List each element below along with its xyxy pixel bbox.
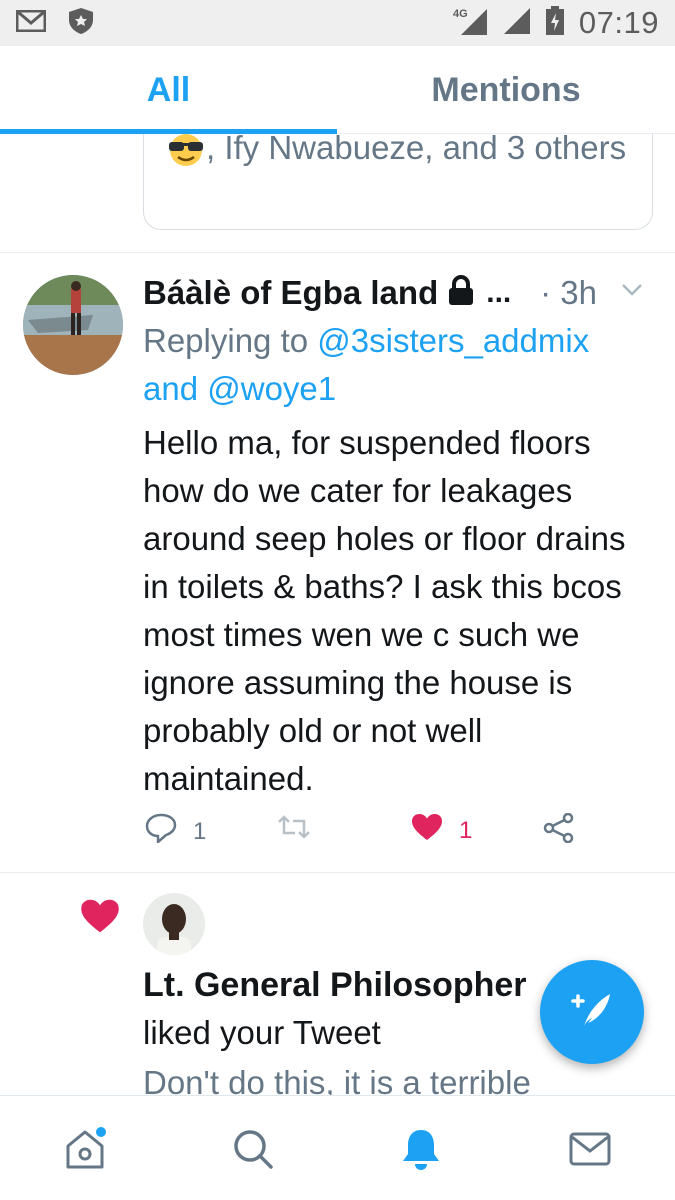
lock-icon bbox=[446, 274, 476, 312]
nav-home[interactable] bbox=[60, 1126, 110, 1176]
avatar[interactable] bbox=[23, 275, 123, 375]
author-truncation: ... bbox=[486, 276, 512, 309]
reply-and: and bbox=[143, 370, 199, 407]
tab-mentions[interactable]: Mentions bbox=[337, 46, 675, 134]
tweet-header: Báàlè of Egba land ... · 3h bbox=[143, 269, 663, 317]
tweet[interactable]: Báàlè of Egba land ... · 3h Replying to … bbox=[0, 253, 675, 870]
author-name[interactable]: Báàlè of Egba land bbox=[143, 274, 438, 312]
compose-tweet-button[interactable] bbox=[540, 960, 644, 1064]
like-count: 1 bbox=[459, 816, 473, 844]
notifications-bell-icon bbox=[399, 1126, 443, 1177]
notification-user-name[interactable]: Lt. General Philosopher bbox=[143, 961, 527, 1009]
share-action[interactable] bbox=[543, 812, 575, 850]
reply-context: Replying to @3sisters_addmix and @woye1 bbox=[143, 317, 653, 413]
envelope-icon bbox=[568, 1131, 612, 1172]
nav-notifications[interactable] bbox=[396, 1126, 446, 1176]
retweet-action[interactable] bbox=[277, 813, 311, 848]
quote-card-text: , Ify Nwabueze, and 3 others bbox=[166, 134, 636, 169]
nav-search[interactable] bbox=[228, 1126, 278, 1176]
heart-filled-icon bbox=[80, 898, 120, 939]
reply-handle-link[interactable]: @woye1 bbox=[207, 370, 336, 407]
home-icon bbox=[62, 1126, 108, 1177]
notification-action: liked your Tweet bbox=[143, 1014, 381, 1051]
bottom-nav bbox=[0, 1095, 675, 1200]
reply-handle-link[interactable]: @3sisters_addmix bbox=[317, 322, 589, 359]
battery-icon bbox=[545, 5, 565, 41]
signal-4g-icon: 4G bbox=[453, 6, 489, 41]
tab-all[interactable]: All bbox=[0, 46, 337, 134]
notification-tabs: All Mentions bbox=[0, 46, 675, 134]
heart-filled-icon bbox=[411, 813, 443, 848]
reply-prefix: Replying to bbox=[143, 322, 309, 359]
quote-card[interactable]: , Ify Nwabueze, and 3 others bbox=[143, 134, 653, 230]
avatar[interactable] bbox=[143, 893, 205, 955]
status-bar: 4G 07:19 bbox=[0, 0, 675, 46]
nav-messages[interactable] bbox=[565, 1126, 615, 1176]
status-time: 07:19 bbox=[578, 5, 659, 40]
network-label: 4G bbox=[453, 8, 468, 20]
tweet-time: · 3h bbox=[540, 274, 597, 311]
reply-icon bbox=[145, 813, 177, 850]
chevron-down-icon[interactable] bbox=[621, 283, 643, 302]
like-action[interactable]: 1 bbox=[411, 813, 472, 848]
gmail-icon bbox=[15, 9, 47, 37]
signal-icon bbox=[503, 7, 531, 40]
compose-feather-icon bbox=[570, 990, 614, 1035]
tweet-actions: 1 1 bbox=[143, 812, 603, 853]
reply-action[interactable]: 1 bbox=[145, 813, 206, 850]
shield-icon bbox=[68, 7, 94, 40]
search-icon bbox=[231, 1127, 275, 1176]
retweet-icon bbox=[277, 813, 311, 848]
quote-card-names: , Ify Nwabueze, and 3 others bbox=[206, 134, 627, 166]
reply-count: 1 bbox=[193, 817, 207, 845]
sunglasses-emoji-icon bbox=[166, 134, 206, 167]
share-icon bbox=[543, 812, 575, 850]
tweet-text: Hello ma, for suspended floors how do we… bbox=[143, 424, 626, 797]
